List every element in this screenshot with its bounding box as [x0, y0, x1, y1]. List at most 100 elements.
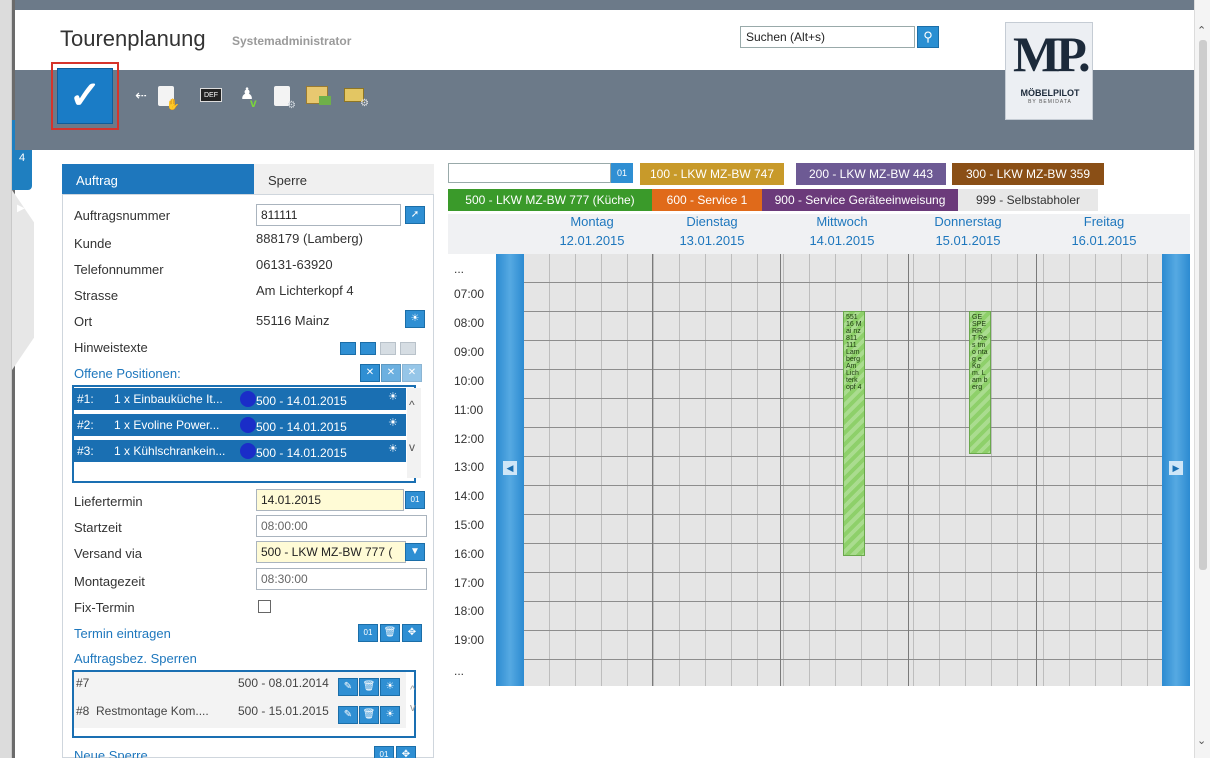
logo-name: MÖBELPILOT: [1020, 88, 1080, 98]
appointment-block[interactable]: 551 16 Mai nz 811 111 Lam berg Am Lich t…: [843, 311, 865, 556]
liefertermin-input[interactable]: 14.01.2015: [256, 489, 404, 511]
list-item[interactable]: #7 500 - 08.01.2014 ✎ 🗑 ☀: [74, 672, 406, 700]
day-date: 16.01.2015: [1071, 233, 1137, 248]
hinweis-label: Hinweistexte: [74, 340, 148, 355]
resource-tab-300[interactable]: 300 - LKW MZ-BW 359: [952, 163, 1104, 185]
search-icon[interactable]: ⚲: [917, 26, 939, 48]
day-name: Donnerstag: [934, 214, 1002, 229]
trash-icon[interactable]: 🗑: [380, 624, 400, 642]
time-label: 07:00: [454, 287, 485, 301]
calendar-icon[interactable]: 01: [405, 491, 425, 509]
move-icon[interactable]: ✥: [396, 746, 416, 758]
position-text: 1 x Einbauküche It...: [114, 392, 223, 406]
time-label: 14:00: [454, 489, 485, 503]
time-label: 17:00: [454, 576, 485, 590]
gear-icon: ⚙: [287, 100, 296, 111]
versand-select[interactable]: 500 - LKW MZ-BW 777 (: [256, 541, 406, 563]
calendar-icon[interactable]: 01: [374, 746, 394, 758]
trash-icon[interactable]: 🗑: [359, 678, 379, 696]
calendar-icon[interactable]: 01: [358, 624, 378, 642]
confirm-check-button[interactable]: ✓: [57, 68, 113, 124]
resource-tab-200[interactable]: 200 - LKW MZ-BW 443: [796, 163, 946, 185]
resource-tab-999[interactable]: 999 - Selbstabholer: [958, 189, 1098, 211]
list-item[interactable]: #3: 1 x Kühlschrankein... 500 - 14.01.20…: [74, 440, 406, 462]
startzeit-input[interactable]: 08:00:00: [256, 515, 427, 537]
day-separator: [652, 254, 653, 686]
list-item[interactable]: #2: 1 x Evoline Power... 500 - 14.01.201…: [74, 414, 406, 436]
scroll-down-icon[interactable]: v: [410, 702, 416, 714]
position-number: #1:: [77, 392, 94, 406]
chevron-right-icon[interactable]: ▶: [1169, 461, 1183, 475]
list-item[interactable]: #8 Restmontage Kom.... 500 - 15.01.2015 …: [74, 700, 406, 728]
offene-positionen-label: Offene Positionen:: [74, 366, 181, 381]
appointment-block[interactable]: GE SPE RR T Res tmo ntag e Ko m. Lam ber…: [969, 311, 991, 454]
tab-auftrag[interactable]: Auftrag: [62, 164, 254, 194]
search-input[interactable]: Suchen (Alt+s): [740, 26, 915, 48]
time-label: 11:00: [454, 403, 484, 417]
left-rail: [0, 0, 12, 758]
scroll-up-icon[interactable]: ^: [410, 684, 415, 696]
day-name: Montag: [570, 214, 614, 229]
position-text: 1 x Evoline Power...: [114, 418, 220, 432]
user-name: Systemadministrator: [232, 34, 352, 48]
resource-tab-500[interactable]: 500 - LKW MZ-BW 777 (Küche): [448, 189, 652, 211]
ort-value: 55116 Mainz: [256, 313, 330, 328]
lightbulb-icon[interactable]: ☀: [388, 442, 398, 455]
time-label: ...: [454, 664, 465, 678]
edit-icon[interactable]: ✎: [338, 678, 358, 696]
hinweis-4-button[interactable]: [400, 342, 416, 355]
resource-tab-100[interactable]: 100 - LKW MZ-BW 747: [640, 163, 784, 185]
auftragsnummer-input[interactable]: 811111: [256, 204, 401, 226]
position-date: 500 - 14.01.2015: [256, 446, 347, 460]
lightbulb-icon[interactable]: ☀: [380, 678, 400, 696]
lightbulb-icon[interactable]: ☀: [405, 310, 425, 328]
trash-icon[interactable]: 🗑: [359, 706, 379, 724]
lightbulb-icon[interactable]: ☀: [388, 390, 398, 403]
calendar-date-input[interactable]: [448, 163, 611, 183]
strasse-value: Am Lichterkopf 4: [256, 283, 354, 298]
remove-icon[interactable]: ✕: [360, 364, 380, 382]
scroll-up-icon[interactable]: ⌃: [1197, 24, 1206, 37]
move-icon[interactable]: ✥: [402, 624, 422, 642]
scroll-down-icon[interactable]: ⌄: [1197, 734, 1206, 747]
def-icon[interactable]: DEF: [200, 88, 222, 102]
versand-label: Versand via: [74, 546, 142, 561]
time-label: 18:00: [454, 604, 485, 618]
rail-expander[interactable]: [12, 190, 34, 370]
page-title: Tourenplanung: [60, 26, 206, 51]
list-item[interactable]: #1: 1 x Einbauküche It... 500 - 14.01.20…: [74, 388, 406, 410]
page-scrollbar-thumb[interactable]: [1199, 40, 1207, 570]
time-label: 19:00: [454, 633, 485, 647]
remove-partial-icon[interactable]: ✕: [381, 364, 401, 382]
day-name: Freitag: [1083, 214, 1125, 229]
lightbulb-icon[interactable]: ☀: [380, 706, 400, 724]
position-date: 500 - 14.01.2015: [256, 420, 347, 434]
kunde-label: Kunde: [74, 236, 112, 251]
fix-termin-checkbox[interactable]: [258, 600, 271, 613]
resource-tab-600[interactable]: 600 - Service 1: [652, 189, 762, 211]
hinweis-2-button[interactable]: [360, 342, 376, 355]
remove-all-icon[interactable]: ✕: [402, 364, 422, 382]
sperre-number: #7: [76, 676, 90, 690]
calendar-icon[interactable]: 01: [611, 163, 633, 183]
scroll-up-icon[interactable]: ^: [409, 398, 415, 412]
tab-sperre[interactable]: Sperre: [254, 164, 434, 194]
day-separator: [908, 254, 909, 686]
logo-subtitle: BY BEMIDATA: [1028, 99, 1072, 105]
chevron-down-icon[interactable]: ▼: [405, 543, 425, 561]
startzeit-label: Startzeit: [74, 520, 122, 535]
hinweis-1-button[interactable]: [340, 342, 356, 355]
scroll-down-icon[interactable]: v: [409, 440, 415, 454]
day-date: 12.01.2015: [559, 233, 625, 248]
back-arrow-icon[interactable]: ⇠: [128, 82, 154, 108]
hand-icon: ✋: [166, 99, 180, 111]
position-number: #3:: [77, 444, 94, 458]
lightbulb-icon[interactable]: ☀: [388, 416, 398, 429]
go-arrow-icon[interactable]: ➚: [405, 206, 425, 224]
edit-icon[interactable]: ✎: [338, 706, 358, 724]
fix-termin-label: Fix-Termin: [74, 600, 135, 615]
hinweis-3-button[interactable]: [380, 342, 396, 355]
montagezeit-input[interactable]: 08:30:00: [256, 568, 427, 590]
chevron-left-icon[interactable]: ◀: [503, 461, 517, 475]
resource-tab-900[interactable]: 900 - Service Geräteeinweisung: [762, 189, 958, 211]
